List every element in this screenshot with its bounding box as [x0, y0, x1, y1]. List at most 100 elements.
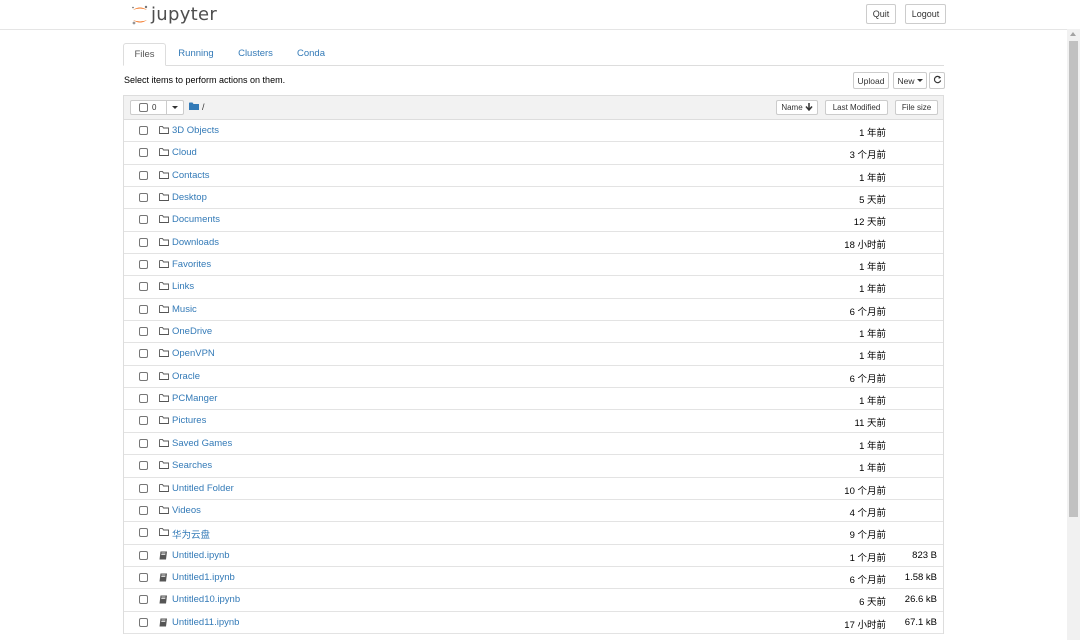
table-row[interactable]: OpenVPN 1 年前	[124, 343, 943, 366]
file-name-link[interactable]: OpenVPN	[172, 348, 215, 359]
table-row[interactable]: Documents 12 天前	[124, 209, 943, 232]
table-row[interactable]: Untitled Folder 10 个月前	[124, 478, 943, 500]
tab-running[interactable]: Running	[173, 43, 219, 65]
table-row[interactable]: Videos 4 个月前	[124, 500, 943, 523]
file-name-link[interactable]: 3D Objects	[172, 125, 219, 136]
row-checkbox[interactable]	[139, 528, 148, 538]
select-all-checkbox[interactable]	[139, 103, 148, 112]
file-name-link[interactable]: Links	[172, 281, 194, 292]
row-checkbox[interactable]	[139, 461, 148, 471]
scrollbar-thumb[interactable]	[1069, 41, 1078, 517]
table-row[interactable]: Untitled1.ipynb 6 个月前 1.58 kB	[124, 567, 943, 590]
row-checkbox[interactable]	[139, 126, 148, 135]
table-row[interactable]: PCManger 1 年前	[124, 388, 943, 411]
chevron-down-icon	[916, 79, 923, 82]
table-row[interactable]: Saved Games 1 年前	[124, 433, 943, 456]
row-checkbox[interactable]	[139, 282, 148, 292]
row-checkbox[interactable]	[139, 327, 148, 337]
row-checkbox[interactable]	[139, 394, 148, 404]
row-checkbox[interactable]	[139, 260, 148, 270]
tab-conda[interactable]: Conda	[293, 43, 329, 65]
file-name-link[interactable]: Downloads	[172, 237, 219, 248]
select-menu-toggle[interactable]	[166, 101, 183, 114]
refresh-button[interactable]	[929, 72, 945, 89]
table-row[interactable]: Untitled10.ipynb 6 天前 26.6 kB	[124, 589, 943, 612]
vertical-scrollbar[interactable]	[1067, 29, 1080, 640]
file-name-link[interactable]: Untitled Folder	[172, 483, 234, 494]
table-row[interactable]: Untitled11.ipynb 17 小时前 67.1 kB	[124, 612, 943, 634]
file-name-link[interactable]: Untitled10.ipynb	[172, 594, 240, 605]
logo-text: jupyter	[151, 4, 218, 25]
last-modified: 5 天前	[859, 195, 886, 207]
row-checkbox[interactable]	[139, 595, 148, 605]
row-checkbox[interactable]	[139, 371, 148, 381]
row-checkbox[interactable]	[139, 505, 148, 515]
row-checkbox[interactable]	[139, 617, 148, 627]
table-row[interactable]: Desktop 5 天前	[124, 187, 943, 210]
table-row[interactable]: Pictures 11 天前	[124, 410, 943, 433]
folder-icon	[159, 528, 169, 539]
file-name-link[interactable]: Videos	[172, 505, 201, 516]
new-dropdown-button[interactable]: New	[893, 72, 927, 89]
file-name-link[interactable]: Contacts	[172, 170, 210, 181]
scroll-up-arrow-icon[interactable]	[1070, 32, 1076, 36]
row-checkbox[interactable]	[139, 215, 148, 225]
row-checkbox[interactable]	[139, 148, 148, 158]
table-row[interactable]: OneDrive 1 年前	[124, 321, 943, 344]
table-row[interactable]: 3D Objects 1 年前	[124, 120, 943, 143]
table-row[interactable]: Favorites 1 年前	[124, 254, 943, 277]
table-row[interactable]: Untitled.ipynb 1 个月前 823 B	[124, 545, 943, 567]
select-all-group[interactable]: 0	[130, 100, 184, 115]
table-row[interactable]: Links 1 年前	[124, 276, 943, 299]
file-name-link[interactable]: Searches	[172, 460, 212, 471]
table-row[interactable]: 华为云盘 9 个月前	[124, 522, 943, 545]
sort-by-name-button[interactable]: Name	[776, 100, 818, 115]
row-checkbox[interactable]	[139, 438, 148, 448]
jupyter-logo[interactable]: jupyter	[131, 4, 217, 25]
sort-by-last-modified-button[interactable]: Last Modified	[825, 100, 888, 115]
file-name-link[interactable]: PCManger	[172, 393, 217, 404]
table-row[interactable]: Contacts 1 年前	[124, 165, 943, 188]
row-checkbox[interactable]	[139, 170, 148, 180]
row-checkbox[interactable]	[139, 349, 148, 359]
folder-icon	[159, 215, 169, 226]
header: jupyter Quit Logout	[0, 0, 1067, 30]
table-row[interactable]: Downloads 18 小时前	[124, 232, 943, 255]
notebook-icon	[159, 551, 168, 563]
row-checkbox[interactable]	[139, 483, 148, 493]
row-checkbox[interactable]	[139, 193, 148, 203]
last-modified: 6 个月前	[849, 373, 886, 385]
file-name-link[interactable]: Pictures	[172, 415, 206, 426]
file-name-link[interactable]: Saved Games	[172, 438, 232, 449]
file-name-link[interactable]: OneDrive	[172, 326, 212, 337]
row-checkbox[interactable]	[139, 572, 148, 582]
table-row[interactable]: Oracle 6 个月前	[124, 366, 943, 389]
row-checkbox[interactable]	[139, 550, 148, 560]
tab-clusters[interactable]: Clusters	[233, 43, 278, 65]
file-name-link[interactable]: Desktop	[172, 192, 207, 203]
last-modified: 18 小时前	[844, 239, 886, 251]
file-name-link[interactable]: Documents	[172, 214, 220, 225]
tab-files[interactable]: Files	[123, 43, 166, 66]
file-name-link[interactable]: Untitled11.ipynb	[172, 617, 239, 628]
file-name-link[interactable]: 华为云盘	[172, 527, 210, 541]
quit-button[interactable]: Quit	[866, 4, 896, 24]
upload-button[interactable]: Upload	[853, 72, 889, 89]
logout-button[interactable]: Logout	[905, 4, 946, 24]
sort-by-file-size-button[interactable]: File size	[895, 100, 938, 115]
notebook-icon	[159, 618, 168, 630]
file-name-link[interactable]: Untitled1.ipynb	[172, 572, 235, 583]
file-name-link[interactable]: Favorites	[172, 259, 211, 270]
file-name-link[interactable]: Music	[172, 304, 197, 315]
table-row[interactable]: Searches 1 年前	[124, 455, 943, 478]
file-name-link[interactable]: Cloud	[172, 147, 197, 158]
file-name-link[interactable]: Untitled.ipynb	[172, 550, 230, 561]
table-row[interactable]: Cloud 3 个月前	[124, 142, 943, 165]
last-modified: 1 年前	[859, 463, 886, 475]
row-checkbox[interactable]	[139, 237, 148, 247]
row-checkbox[interactable]	[139, 304, 148, 314]
breadcrumb[interactable]: /	[189, 102, 205, 112]
row-checkbox[interactable]	[139, 416, 148, 426]
table-row[interactable]: Music 6 个月前	[124, 299, 943, 322]
file-name-link[interactable]: Oracle	[172, 371, 200, 382]
